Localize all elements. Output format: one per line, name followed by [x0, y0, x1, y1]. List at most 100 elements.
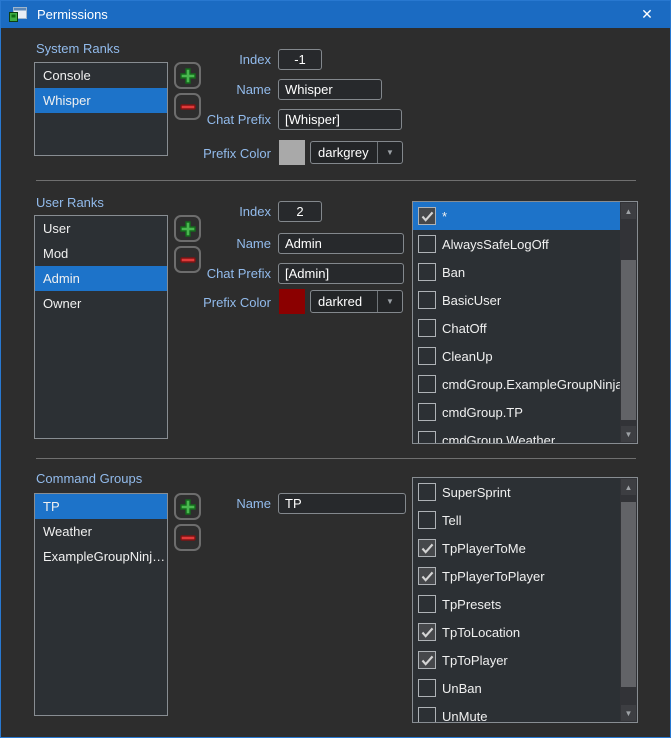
checkbox[interactable] — [418, 347, 436, 365]
checkbox[interactable] — [418, 511, 436, 529]
dropdown-value: darkred — [311, 291, 377, 312]
command-groups-list[interactable]: TP Weather ExampleGroupNinj… — [34, 493, 168, 716]
list-item[interactable]: Weather — [35, 519, 167, 544]
list-item[interactable]: ExampleGroupNinj… — [35, 544, 167, 569]
remove-command-group-button[interactable] — [174, 524, 201, 551]
permission-row[interactable]: cmdGroup.ExampleGroupNinja — [413, 370, 620, 398]
permission-row[interactable]: CleanUp — [413, 342, 620, 370]
commands-checklist: SuperSprint Tell TpPlayerToMe TpPlayer — [412, 477, 638, 723]
checkbox[interactable] — [418, 539, 436, 557]
chat-prefix-label: Chat Prefix — [151, 112, 271, 127]
list-item[interactable]: Owner — [35, 291, 167, 316]
titlebar[interactable]: Permissions ✕ — [1, 1, 670, 28]
list-item-label: Weather — [43, 524, 92, 539]
checkbox[interactable] — [418, 207, 436, 225]
section-divider — [36, 458, 636, 459]
checkbox[interactable] — [418, 319, 436, 337]
section-divider — [36, 180, 636, 181]
permission-row[interactable]: AlwaysSafeLogOff — [413, 230, 620, 258]
checkbox[interactable] — [418, 651, 436, 669]
color-swatch[interactable] — [279, 140, 305, 165]
permission-label: AlwaysSafeLogOff — [442, 237, 549, 252]
list-item[interactable]: Admin — [35, 266, 167, 291]
list-item-label: Owner — [43, 296, 81, 311]
prefix-color-dropdown[interactable]: darkgrey ▼ — [310, 141, 403, 164]
scrollbar-track[interactable] — [621, 220, 636, 425]
list-item[interactable]: Mod — [35, 241, 167, 266]
command-row[interactable]: UnMute — [413, 702, 620, 722]
command-label: TpPlayerToMe — [442, 541, 526, 556]
prefix-color-label: Prefix Color — [151, 295, 271, 310]
scroll-up-button[interactable]: ▲ — [621, 479, 636, 495]
list-item[interactable]: User — [35, 216, 167, 241]
command-row[interactable]: SuperSprint — [413, 478, 620, 506]
prefix-color-dropdown[interactable]: darkred ▼ — [310, 290, 403, 313]
scrollbar-track[interactable] — [621, 496, 636, 704]
plus-icon — [179, 220, 197, 238]
permissions-window: Permissions ✕ System Ranks Console Whisp… — [0, 0, 671, 738]
checkbox[interactable] — [418, 567, 436, 585]
name-label: Name — [151, 236, 271, 251]
command-label: Tell — [442, 513, 462, 528]
user-ranks-list[interactable]: User Mod Admin Owner — [34, 215, 168, 439]
checkbox[interactable] — [418, 483, 436, 501]
checkbox[interactable] — [418, 595, 436, 613]
list-item-label: Whisper — [43, 93, 91, 108]
checkbox[interactable] — [418, 623, 436, 641]
scrollbar-thumb[interactable] — [621, 502, 636, 687]
command-row[interactable]: TpPlayerToMe — [413, 534, 620, 562]
name-field[interactable] — [278, 233, 404, 254]
checkbox[interactable] — [418, 679, 436, 697]
command-row[interactable]: UnBan — [413, 674, 620, 702]
list-item-label: User — [43, 221, 70, 236]
index-field[interactable] — [278, 49, 322, 70]
command-row[interactable]: TpPlayerToPlayer — [413, 562, 620, 590]
checkbox[interactable] — [418, 263, 436, 281]
chevron-down-icon: ▼ — [377, 291, 402, 312]
command-label: TpToPlayer — [442, 653, 508, 668]
chevron-down-icon: ▼ — [377, 142, 402, 163]
permission-row[interactable]: * — [413, 202, 620, 230]
system-ranks-heading: System Ranks — [36, 41, 120, 56]
command-row[interactable]: TpToPlayer — [413, 646, 620, 674]
list-item[interactable]: Console — [35, 63, 167, 88]
list-item[interactable]: TP — [35, 494, 167, 519]
checkbox[interactable] — [418, 431, 436, 443]
checkbox[interactable] — [418, 403, 436, 421]
color-swatch[interactable] — [279, 289, 305, 314]
scroll-up-button[interactable]: ▲ — [621, 203, 636, 219]
command-label: UnMute — [442, 709, 488, 723]
checkbox[interactable] — [418, 375, 436, 393]
permission-row[interactable]: cmdGroup.TP — [413, 398, 620, 426]
system-ranks-list[interactable]: Console Whisper — [34, 62, 168, 156]
scroll-down-button[interactable]: ▼ — [621, 426, 636, 442]
minus-icon — [179, 529, 197, 547]
name-label: Name — [151, 82, 271, 97]
close-button[interactable]: ✕ — [624, 1, 670, 28]
index-field[interactable] — [278, 201, 322, 222]
scrollbar[interactable]: ▲ ▼ — [620, 202, 637, 443]
command-row[interactable]: TpToLocation — [413, 618, 620, 646]
permission-row[interactable]: cmdGroup.Weather — [413, 426, 620, 443]
chat-prefix-field[interactable] — [278, 263, 404, 284]
command-label: TpPresets — [442, 597, 501, 612]
checkbox[interactable] — [418, 707, 436, 722]
scrollbar[interactable]: ▲ ▼ — [620, 478, 637, 722]
command-row[interactable]: TpPresets — [413, 590, 620, 618]
list-item[interactable]: Whisper — [35, 88, 167, 113]
permission-row[interactable]: Ban — [413, 258, 620, 286]
name-field[interactable] — [278, 493, 406, 514]
permission-row[interactable]: ChatOff — [413, 314, 620, 342]
dropdown-value: darkgrey — [311, 142, 377, 163]
checkbox[interactable] — [418, 235, 436, 253]
checkbox[interactable] — [418, 291, 436, 309]
command-label: TpToLocation — [442, 625, 520, 640]
name-field[interactable] — [278, 79, 382, 100]
chat-prefix-field[interactable] — [278, 109, 402, 130]
scroll-down-button[interactable]: ▼ — [621, 705, 636, 721]
command-label: TpPlayerToPlayer — [442, 569, 545, 584]
scrollbar-thumb[interactable] — [621, 260, 636, 420]
prefix-color-label: Prefix Color — [151, 146, 271, 161]
permission-row[interactable]: BasicUser — [413, 286, 620, 314]
command-row[interactable]: Tell — [413, 506, 620, 534]
